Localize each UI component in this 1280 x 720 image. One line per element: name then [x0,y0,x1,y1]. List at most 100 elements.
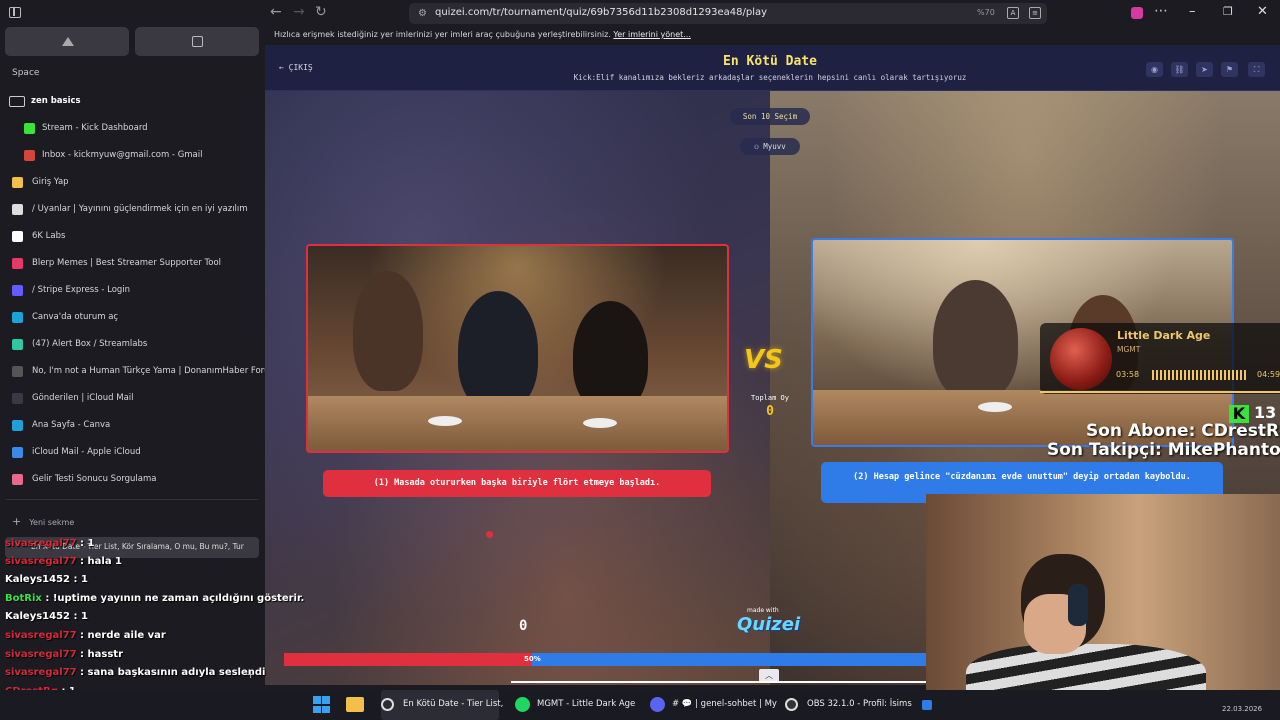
track-title: Little Dark Age [1117,329,1211,342]
reload-icon[interactable]: ↻ [315,4,327,20]
eye-icon[interactable]: ◉ [1146,62,1163,77]
choice-1-image[interactable] [306,244,729,453]
sidebar-tab-label: 6K Labs [32,231,66,241]
sidebar-tab-item[interactable]: 6K Labs [0,226,265,248]
webcam-feed [926,494,1280,703]
sidebar-tab-item[interactable]: / Stripe Express - Login [0,280,265,302]
link-icon[interactable]: ⛓ [1171,62,1188,77]
choice-1-button[interactable]: (1) Masada otururken başka biriyle flört… [323,470,711,497]
favicon-icon [24,123,35,134]
sidebar-pinned-button-1[interactable] [5,27,129,56]
taskbar-discord[interactable]: # 💬 | genel-sohbet | My [650,690,777,720]
minimize-icon[interactable]: – [1189,4,1196,19]
sidebar-tab-label: Stream - Kick Dashboard [42,123,148,133]
last-choices-pill[interactable]: Son 10 Seçim [730,108,810,125]
favicon-icon [12,258,23,269]
taskbar-browser-label: En Kötü Date - Tier List, [403,699,504,709]
sidebar-pinned-button-2[interactable] [135,27,259,56]
favicon-icon [12,393,23,404]
close-icon[interactable]: ✕ [1257,4,1268,19]
last-subscriber: Son Abone: CDrestRg [1086,421,1280,441]
fullscreen-icon[interactable]: ⛶ [1248,62,1265,77]
chat-message: sivasregal77 : hasstr [5,649,123,660]
sidebar-tab-label: / Stripe Express - Login [32,285,131,295]
translate-icon[interactable]: A [1007,7,1019,19]
chat-message: Kaleys1452 : 1 [5,574,88,585]
space-label: Space [12,68,40,78]
url-text[interactable]: quizei.com/tr/tournament/quiz/69b7356d11… [435,7,767,18]
forward-arrow-icon[interactable]: → [293,4,305,20]
taskbar-obs[interactable]: OBS 32.1.0 - Profil: İsims [785,690,912,720]
sidebar-tab-item[interactable]: Inbox - kickmyuw@gmail.com - Gmail [0,145,265,167]
quiz-title: En Kötü Date [723,54,817,69]
tray-icon[interactable] [922,700,932,710]
favicon-icon [12,447,23,458]
more-menu-icon[interactable]: ⋯ [1154,3,1168,19]
sidebar-tab-item[interactable]: Stream - Kick Dashboard [0,118,265,140]
sidebar-tab-item[interactable]: Ana Sayfa - Canva [0,415,265,437]
chat-message: BotRix : !uptime yayının ne zaman açıldı… [5,593,304,604]
total-votes-value: 0 [766,404,774,419]
triangle-icon [62,37,74,46]
favicon-icon [12,312,23,323]
chat-text: : nerde aile var [80,630,166,641]
sidebar-tab-item[interactable]: (47) Alert Box / Streamlabs [0,334,265,356]
plate-shape [978,402,1012,412]
sidebar-tab-item[interactable]: Blerp Memes | Best Streamer Supporter To… [0,253,265,275]
windows-start-icon[interactable] [313,696,330,713]
back-arrow-icon[interactable]: ← [270,4,282,20]
favicon-icon [12,366,23,377]
track-duration: 04:59 [1257,370,1280,379]
chat-username: sivasregal77 [5,649,77,660]
cursor-indicator [486,531,493,538]
track-elapsed: 03:58 [1116,370,1140,379]
obs-icon [785,698,798,711]
sidebar-tab-item[interactable]: Gönderilen | iCloud Mail [0,388,265,410]
last-voter-name: Myuvv [763,142,786,151]
taskbar-spotify[interactable]: MGMT - Little Dark Age [515,690,635,720]
flag-icon[interactable]: ⚑ [1221,62,1238,77]
plate-shape [583,418,617,428]
favicon-icon [24,150,35,161]
sidebar-tab-item[interactable]: No, I'm not a Human Türkçe Yama | Donanı… [0,361,265,383]
manage-bookmarks-link[interactable]: Yer imlerini yönet... [613,30,690,39]
sidebar-tab-item[interactable]: Canva'da oturum aç [0,307,265,329]
url-bar[interactable]: ⚙ quizei.com/tr/tournament/quiz/69b7356d… [409,3,1047,24]
sidebar-tab-item[interactable]: / Uyanlar | Yayınını güçlendirmek için e… [0,199,265,221]
chat-text: : 1 [80,538,95,549]
favicon-icon [12,231,23,242]
last-follower: Son Takipçi: MikePhantom [1047,440,1280,460]
taskbar-browser[interactable]: En Kötü Date - Tier List, [381,690,503,720]
site-settings-icon[interactable]: ⚙ [418,8,427,19]
sidebar-folder[interactable]: zen basics [0,91,265,113]
plus-icon[interactable]: + [246,668,255,681]
sidebar-tab-label: Gönderilen | iCloud Mail [32,393,134,403]
favicon-icon [12,474,23,485]
favicon-icon [12,177,23,188]
sidebar-tab-item[interactable]: iCloud Mail - Apple iCloud [0,442,265,464]
zoom-level[interactable]: %70 [977,8,995,17]
chat-username: BotRix [5,593,42,604]
sidebar-toggle-icon[interactable] [9,7,21,18]
sidebar-tab-item[interactable]: Gelir Testi Sonucu Sorgulama [0,469,265,491]
vs-icon: VS [744,345,783,375]
sidebar-tab-label: Canva'da oturum aç [32,312,119,322]
quizei-logo[interactable]: Quizei [737,614,800,635]
sidebar-tab-label: Inbox - kickmyuw@gmail.com - Gmail [42,150,203,160]
maximize-icon[interactable]: ❐ [1223,5,1233,18]
table-shape [308,396,727,451]
last-voter-pill: ⚇ Myuvv [740,138,800,155]
sidebar-tab-label: No, I'm not a Human Türkçe Yama | Donanı… [32,366,265,376]
sidebar-tab-item[interactable]: Giriş Yap [0,172,265,194]
album-art [1050,328,1112,390]
now-playing-widget: Little Dark Age MGMT 03:58 04:59 [1040,323,1280,394]
extension-icon[interactable] [1131,7,1143,19]
send-icon[interactable]: ➤ [1196,62,1213,77]
discord-icon [650,697,665,712]
chat-message: sivasregal77 : nerde aile var [5,630,166,641]
total-votes-label: Toplam Oy [751,394,789,402]
new-tab-button[interactable]: + Yeni sekme [12,515,74,528]
reader-view-icon[interactable]: ≡ [1029,7,1041,19]
taskbar-obs-label: OBS 32.1.0 - Profil: İsims [807,699,912,709]
file-explorer-icon[interactable] [346,697,364,712]
